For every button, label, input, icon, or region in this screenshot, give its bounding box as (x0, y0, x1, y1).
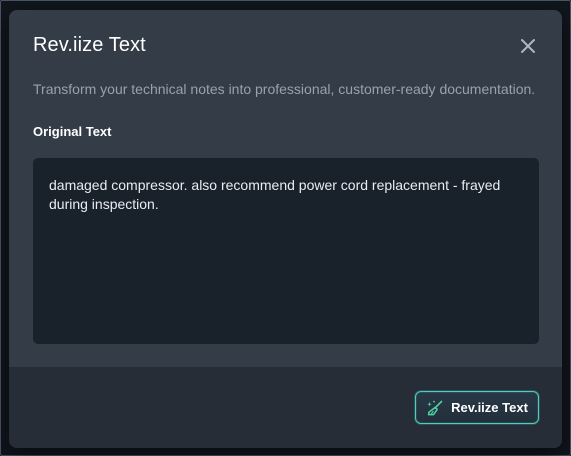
dialog-title: Rev.iize Text (33, 34, 146, 56)
dialog-body: Rev.iize Text Transform your technical n… (9, 10, 562, 367)
original-text-label: Original Text (33, 124, 112, 139)
dialog-subtitle: Transform your technical notes into prof… (33, 81, 536, 97)
dialog-footer: Rev.iize Text (9, 367, 562, 448)
revise-text-button-label: Rev.iize Text (451, 400, 528, 415)
revise-text-dialog: Rev.iize Text Transform your technical n… (9, 10, 562, 448)
revise-text-button[interactable]: Rev.iize Text (415, 391, 539, 424)
app-backdrop: Rev.iize Text Transform your technical n… (0, 0, 571, 456)
close-button[interactable] (518, 36, 538, 56)
broom-sparkle-icon (427, 400, 443, 415)
close-icon (521, 39, 535, 53)
original-text-input[interactable]: damaged compressor. also recommend power… (33, 158, 539, 344)
